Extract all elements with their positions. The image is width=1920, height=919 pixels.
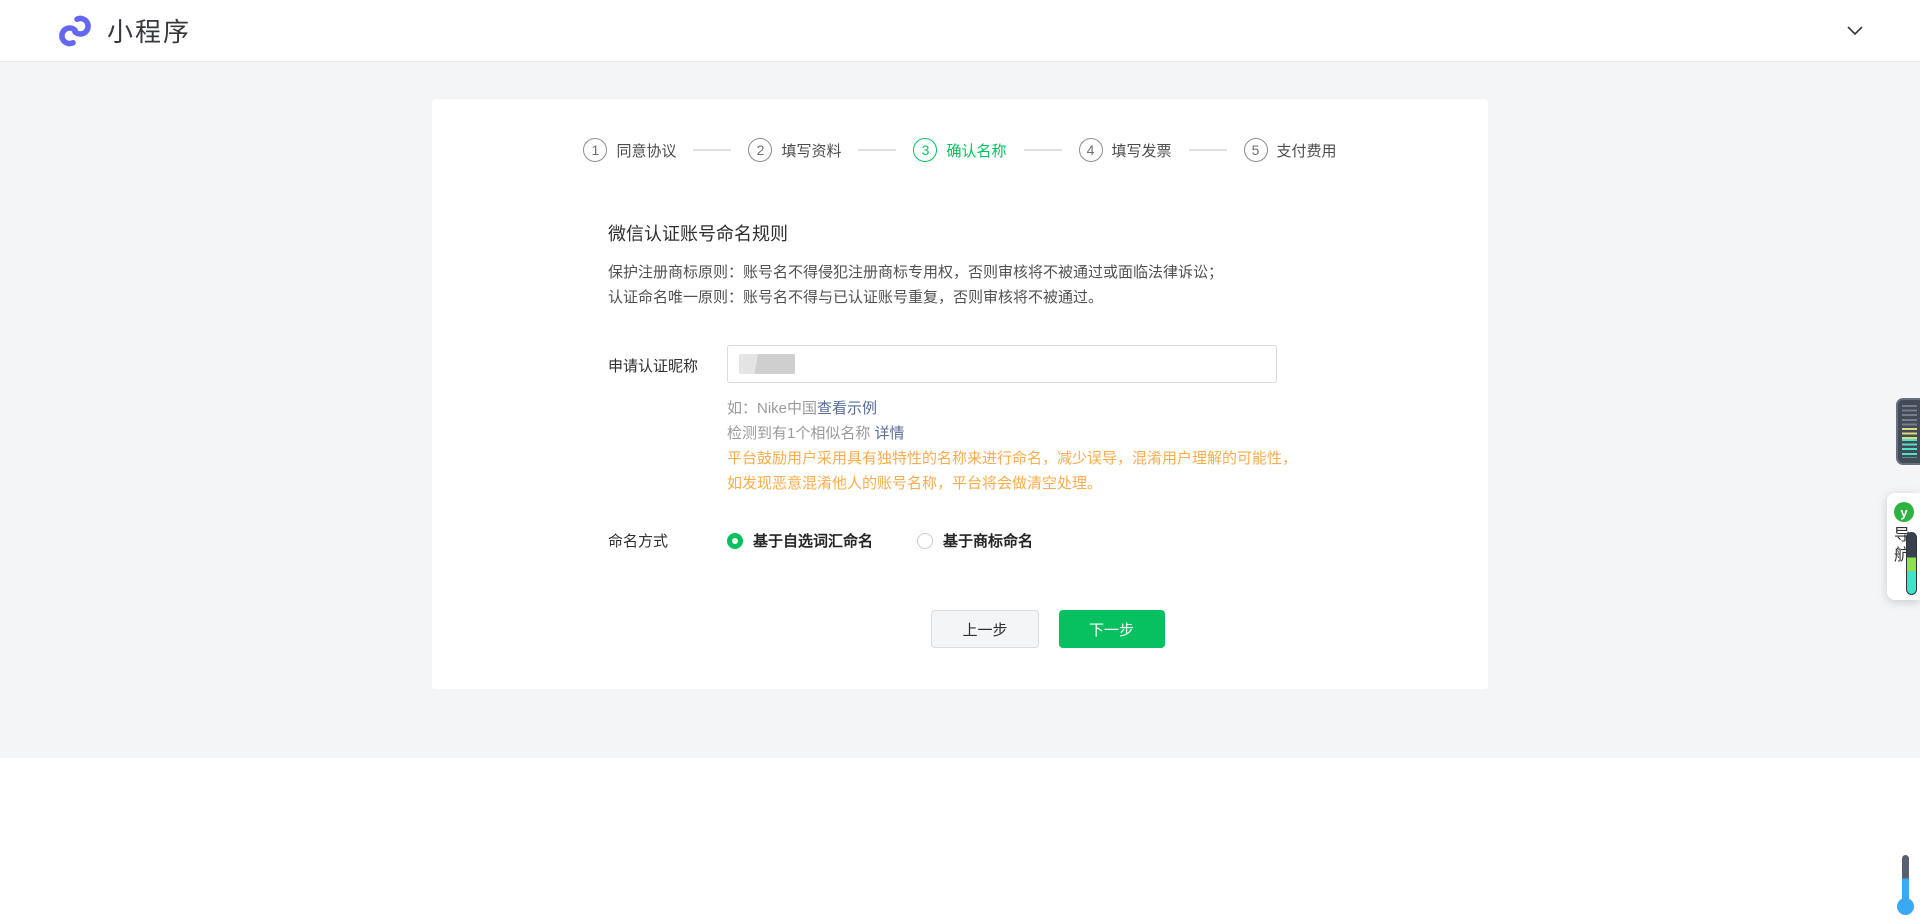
card-content: 微信认证账号命名规则 保护注册商标原则：账号名不得侵犯注册商标专用权，否则审核将… <box>432 162 1488 648</box>
step-label: 支付费用 <box>1277 140 1337 161</box>
minimap-teal-stripes <box>1902 439 1917 458</box>
minimap-gray-stripes <box>1902 405 1917 428</box>
step-invoice: 4 填写发票 <box>1079 138 1172 162</box>
step-label: 确认名称 <box>946 140 1006 161</box>
step-label: 填写发票 <box>1112 140 1172 161</box>
scroll-thermometer-bulb-icon[interactable] <box>1897 898 1914 915</box>
radio-unselected-icon[interactable] <box>917 533 933 549</box>
step-label: 填写资料 <box>781 140 841 161</box>
step-circle: 3 <box>913 138 937 162</box>
step-circle: 2 <box>748 138 772 162</box>
similar-text: 检测到有1个相似名称 <box>727 425 875 442</box>
rules-line-1: 保护注册商标原则：账号名不得侵犯注册商标专用权，否则审核将不被通过或面临法律诉讼… <box>608 260 1488 285</box>
nickname-row: 申请认证昵称 <box>608 345 1488 383</box>
step-circle: 5 <box>1244 138 1268 162</box>
chevron-down-icon[interactable] <box>1847 26 1863 36</box>
warning-line-1: 平台鼓励用户采用具有独特性的名称来进行命名，减少误导，混淆用户理解的可能性， <box>727 446 1488 471</box>
step-label: 同意协议 <box>616 140 676 161</box>
example-prefix: 如：Nike中国 <box>727 400 817 417</box>
nav-badge-icon: y <box>1894 502 1914 522</box>
nickname-input[interactable] <box>727 345 1277 383</box>
next-step-button[interactable]: 下一步 <box>1059 610 1165 648</box>
app-title: 小程序 <box>107 12 191 49</box>
details-link[interactable]: 详情 <box>875 425 905 442</box>
step-circle: 4 <box>1079 138 1103 162</box>
radio-selected-icon[interactable] <box>727 533 743 549</box>
naming-method-label: 命名方式 <box>608 530 727 551</box>
naming-method-row: 命名方式 基于自选词汇命名 基于商标命名 <box>608 530 1488 551</box>
radio-word-based[interactable]: 基于自选词汇命名 <box>727 530 873 551</box>
main-area: 1 同意协议 2 填写资料 3 确认名称 4 填写发票 5 支付费用 <box>0 62 1920 758</box>
step-circle: 1 <box>583 138 607 162</box>
prev-step-button[interactable]: 上一步 <box>931 610 1038 648</box>
view-example-link[interactable]: 查看示例 <box>817 400 877 417</box>
rules-title: 微信认证账号命名规则 <box>608 220 1488 246</box>
similar-name-hint: 检测到有1个相似名称 详情 <box>727 421 1488 446</box>
verification-card: 1 同意协议 2 填写资料 3 确认名称 4 填写发票 5 支付费用 <box>432 99 1488 689</box>
step-divider <box>858 149 896 151</box>
scroll-minimap-widget[interactable] <box>1896 398 1920 465</box>
nav-scroll-pill[interactable] <box>1906 532 1917 595</box>
top-header: 小程序 <box>0 0 1920 62</box>
radio-trademark-label: 基于商标命名 <box>943 530 1033 551</box>
nickname-label: 申请认证昵称 <box>608 345 727 383</box>
progress-stepper: 1 同意协议 2 填写资料 3 确认名称 4 填写发票 5 支付费用 <box>432 99 1488 162</box>
radio-word-label: 基于自选词汇命名 <box>753 530 873 551</box>
miniprogram-logo-icon <box>55 11 95 51</box>
step-info: 2 填写资料 <box>748 138 841 162</box>
step-agree: 1 同意协议 <box>583 138 676 162</box>
warning-line-2: 如发现恶意混淆他人的账号名称，平台将会做清空处理。 <box>727 471 1488 496</box>
radio-trademark-based[interactable]: 基于商标命名 <box>917 530 1033 551</box>
step-divider <box>1189 149 1227 151</box>
step-buttons: 上一步 下一步 <box>608 610 1488 648</box>
step-pay: 5 支付费用 <box>1244 138 1337 162</box>
step-confirm-name: 3 确认名称 <box>913 138 1006 162</box>
naming-method-group: 基于自选词汇命名 基于商标命名 <box>727 530 1033 551</box>
step-divider <box>1024 149 1062 151</box>
step-divider <box>693 149 731 151</box>
minimap-yellow-stripes <box>1902 428 1917 439</box>
rules-line-2: 认证命名唯一原则：账号名不得与已认证账号重复，否则审核将不被通过。 <box>608 285 1488 310</box>
footer-area <box>0 758 1920 919</box>
app-logo: 小程序 <box>55 11 191 51</box>
example-hint: 如：Nike中国查看示例 <box>727 396 1488 421</box>
nickname-hints: 如：Nike中国查看示例 检测到有1个相似名称 详情 平台鼓励用户采用具有独特性… <box>727 396 1488 496</box>
nickname-input-wrap <box>727 345 1277 383</box>
